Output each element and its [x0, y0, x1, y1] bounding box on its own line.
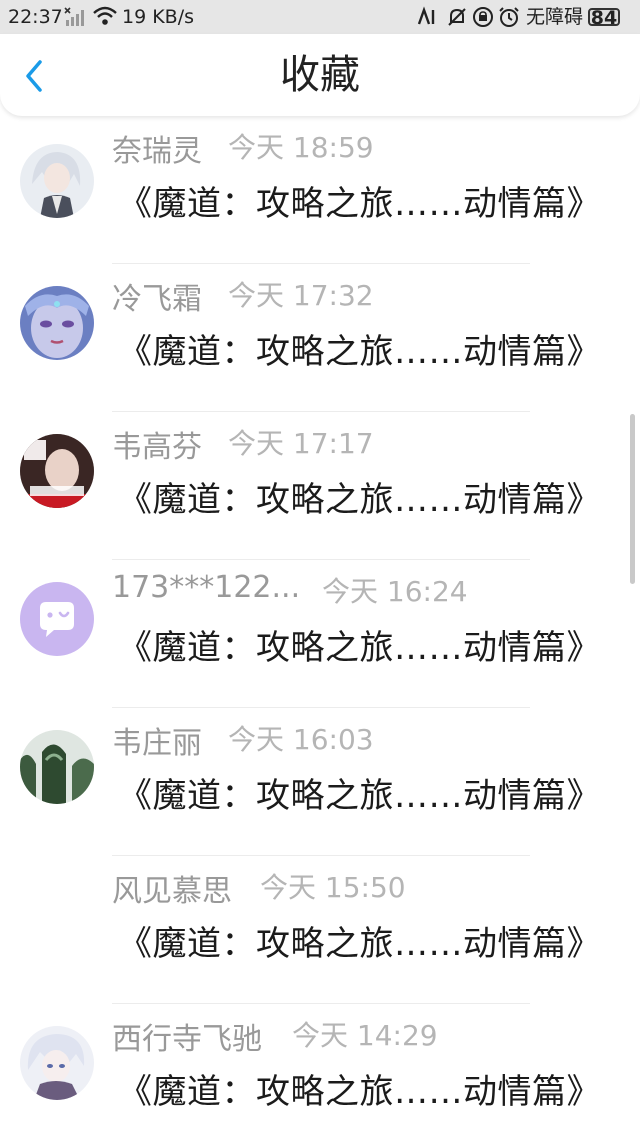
avatar[interactable]	[20, 1026, 94, 1100]
page-title: 收藏	[280, 52, 360, 98]
default-avatar-chat-icon	[20, 582, 94, 656]
timestamp: 今天 14:29	[292, 1019, 438, 1052]
username: 韦高芬	[112, 430, 202, 465]
status-time: 22:37	[8, 6, 63, 28]
timestamp: 今天 16:24	[322, 575, 468, 608]
header: 收藏	[0, 34, 640, 116]
status-bar: 22:37 19 KB/s 无障碍 84	[0, 0, 640, 34]
avatar[interactable]	[20, 730, 94, 804]
favorite-content[interactable]: 《魔道：攻略之旅……动情篇》	[118, 916, 601, 965]
username: 奈瑞灵	[112, 134, 202, 169]
list-item[interactable]: 韦庄丽 今天 16:03 《魔道：攻略之旅……动情篇》	[0, 708, 640, 856]
avatar[interactable]	[20, 286, 94, 360]
list-item[interactable]: 173***122... 今天 16:24 《魔道：攻略之旅……动情篇》	[0, 560, 640, 708]
list-item[interactable]: 奈瑞灵 今天 18:59 《魔道：攻略之旅……动情篇》	[0, 116, 640, 264]
favorite-content[interactable]: 《魔道：攻略之旅……动情篇》	[118, 472, 601, 521]
timestamp: 今天 18:59	[228, 131, 374, 164]
list-item[interactable]: 西行寺飞驰 今天 14:29 《魔道：攻略之旅……动情篇》	[0, 1004, 640, 1138]
avatar[interactable]	[20, 144, 94, 218]
timestamp: 今天 16:03	[228, 723, 374, 756]
avatar[interactable]	[20, 434, 94, 508]
scrollbar[interactable]	[630, 414, 635, 584]
avatar[interactable]	[20, 582, 94, 656]
network-speed: 19 KB/s	[122, 6, 195, 28]
list-item[interactable]: 韦高芬 今天 17:17 《魔道：攻略之旅……动情篇》	[0, 412, 640, 560]
favorites-list[interactable]: 奈瑞灵 今天 18:59 《魔道：攻略之旅……动情篇》 冷飞霜 今天 17:32…	[0, 116, 640, 1138]
back-button[interactable]	[18, 56, 54, 96]
favorite-content[interactable]: 《魔道：攻略之旅……动情篇》	[118, 324, 601, 373]
chevron-left-icon	[26, 60, 42, 92]
username: 风见慕思	[112, 874, 232, 909]
wifi-icon	[92, 0, 118, 34]
battery-icon: 84	[588, 8, 620, 28]
signal-icon	[64, 0, 88, 34]
accessibility-label: 无障碍	[526, 6, 584, 28]
favorite-content[interactable]: 《魔道：攻略之旅……动情篇》	[118, 620, 601, 669]
favorite-content[interactable]: 《魔道：攻略之旅……动情篇》	[118, 176, 601, 225]
timestamp: 今天 17:17	[228, 427, 374, 460]
list-item[interactable]: 风见慕思 今天 15:50 《魔道：攻略之旅……动情篇》	[0, 856, 640, 1004]
timestamp: 今天 17:32	[228, 279, 374, 312]
timestamp: 今天 15:50	[260, 871, 406, 904]
username: 173***122...	[112, 570, 301, 605]
username: 西行寺飞驰	[112, 1022, 262, 1057]
favorite-content[interactable]: 《魔道：攻略之旅……动情篇》	[118, 1064, 601, 1113]
username: 冷飞霜	[112, 282, 202, 317]
favorite-content[interactable]: 《魔道：攻略之旅……动情篇》	[118, 768, 601, 817]
username: 韦庄丽	[112, 726, 202, 761]
list-item[interactable]: 冷飞霜 今天 17:32 《魔道：攻略之旅……动情篇》	[0, 264, 640, 412]
